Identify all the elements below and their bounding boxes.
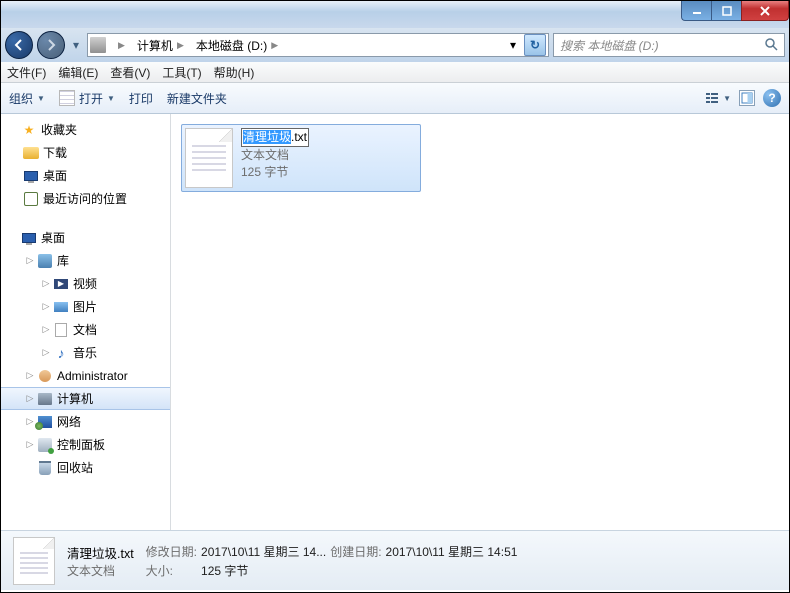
tree-videos[interactable]: ▷▶视频 — [1, 272, 170, 295]
title-bar — [1, 1, 789, 28]
tree-favorites[interactable]: ★收藏夹 — [1, 118, 170, 141]
address-dropdown[interactable]: ▾ — [502, 34, 524, 56]
menu-file[interactable]: 文件(F) — [7, 64, 46, 81]
details-size-value: 125 字节 — [201, 562, 326, 579]
computer-icon — [37, 391, 53, 407]
tree-pictures[interactable]: ▷图片 — [1, 295, 170, 318]
tree-documents[interactable]: ▷文档 — [1, 318, 170, 341]
new-folder-button[interactable]: 新建文件夹 — [167, 90, 227, 107]
recent-icon — [23, 191, 39, 207]
preview-pane-button[interactable] — [739, 90, 755, 106]
search-placeholder: 搜索 本地磁盘 (D:) — [560, 37, 659, 54]
tree-recycle-bin[interactable]: 回收站 — [1, 456, 170, 479]
navigation-tree: ★收藏夹 下载 桌面 最近访问的位置 桌面 ▷库 ▷▶视频 ▷图片 ▷文档 ▷♪… — [1, 114, 171, 530]
print-button[interactable]: 打印 — [129, 90, 153, 107]
details-type: 文本文档 — [67, 562, 134, 579]
network-icon — [37, 414, 53, 430]
details-modified-value: 2017\10\11 星期三 14... — [201, 543, 326, 560]
details-created-label: 创建日期: — [330, 543, 381, 560]
breadcrumb-sep[interactable]: ▶ — [110, 34, 133, 56]
open-button[interactable]: 打开▼ — [59, 90, 115, 107]
menu-view[interactable]: 查看(V) — [110, 64, 150, 81]
address-bar[interactable]: ▶ 计算机▶ 本地磁盘 (D:)▶ ▾ ↻ — [87, 33, 549, 57]
forward-button[interactable] — [37, 31, 65, 59]
tree-downloads[interactable]: 下载 — [1, 141, 170, 164]
user-icon — [37, 368, 53, 384]
nav-row: ▾ ▶ 计算机▶ 本地磁盘 (D:)▶ ▾ ↻ 搜索 本地磁盘 (D:) — [1, 28, 789, 62]
tree-recent[interactable]: 最近访问的位置 — [1, 187, 170, 210]
tree-libraries[interactable]: ▷库 — [1, 249, 170, 272]
notepad-icon — [59, 90, 75, 106]
tree-desktop[interactable]: 桌面 — [1, 226, 170, 249]
nav-history-dropdown[interactable]: ▾ — [69, 35, 83, 55]
document-icon — [53, 322, 69, 338]
details-created-value: 2017\10\11 星期三 14:51 — [386, 543, 518, 560]
back-button[interactable] — [5, 31, 33, 59]
text-file-icon — [185, 128, 233, 188]
menu-tools[interactable]: 工具(T) — [162, 64, 201, 81]
music-icon: ♪ — [53, 345, 69, 361]
close-button[interactable] — [741, 1, 789, 21]
menu-help[interactable]: 帮助(H) — [214, 64, 255, 81]
refresh-button[interactable]: ↻ — [524, 34, 546, 56]
tree-control-panel[interactable]: ▷控制面板 — [1, 433, 170, 456]
folder-icon — [23, 145, 39, 161]
breadcrumb-computer[interactable]: 计算机▶ — [133, 34, 192, 56]
rename-input[interactable]: 清理垃圾.txt — [241, 128, 309, 147]
minimize-button[interactable] — [681, 1, 711, 21]
text-file-icon — [13, 537, 55, 585]
view-options-button[interactable]: ▼ — [705, 91, 731, 105]
tree-network[interactable]: ▷网络 — [1, 410, 170, 433]
tree-music[interactable]: ▷♪音乐 — [1, 341, 170, 364]
drive-icon — [90, 37, 106, 53]
tree-computer[interactable]: ▷计算机 — [1, 387, 170, 410]
recycle-icon — [37, 460, 53, 476]
desktop-icon — [23, 168, 39, 184]
library-icon — [37, 253, 53, 269]
help-button[interactable]: ? — [763, 89, 781, 107]
menu-edit[interactable]: 编辑(E) — [58, 64, 98, 81]
menu-bar: 文件(F) 编辑(E) 查看(V) 工具(T) 帮助(H) — [1, 62, 789, 83]
control-panel-icon — [37, 437, 53, 453]
tree-desktop-fav[interactable]: 桌面 — [1, 164, 170, 187]
details-size-label: 大小: — [146, 562, 197, 579]
search-icon — [764, 37, 778, 54]
details-pane: 清理垃圾.txt 文本文档 修改日期: 2017\10\11 星期三 14...… — [1, 530, 789, 590]
file-type-label: 文本文档 — [241, 148, 289, 162]
tree-administrator[interactable]: ▷Administrator — [1, 364, 170, 387]
maximize-button[interactable] — [711, 1, 741, 21]
desktop-icon — [21, 230, 37, 246]
video-icon: ▶ — [53, 276, 69, 292]
details-name: 清理垃圾.txt — [67, 543, 134, 562]
details-modified-label: 修改日期: — [146, 543, 197, 560]
pictures-icon — [53, 299, 69, 315]
file-list[interactable]: 清理垃圾.txt 文本文档 125 字节 — [171, 114, 789, 530]
file-item-selected[interactable]: 清理垃圾.txt 文本文档 125 字节 — [181, 124, 421, 192]
file-size-label: 125 字节 — [241, 165, 288, 179]
breadcrumb-drive-d[interactable]: 本地磁盘 (D:)▶ — [192, 34, 286, 56]
toolbar: 组织▼ 打开▼ 打印 新建文件夹 ▼ ? — [1, 83, 789, 114]
organize-button[interactable]: 组织▼ — [9, 90, 45, 107]
star-icon: ★ — [21, 122, 37, 138]
search-input[interactable]: 搜索 本地磁盘 (D:) — [553, 33, 785, 57]
